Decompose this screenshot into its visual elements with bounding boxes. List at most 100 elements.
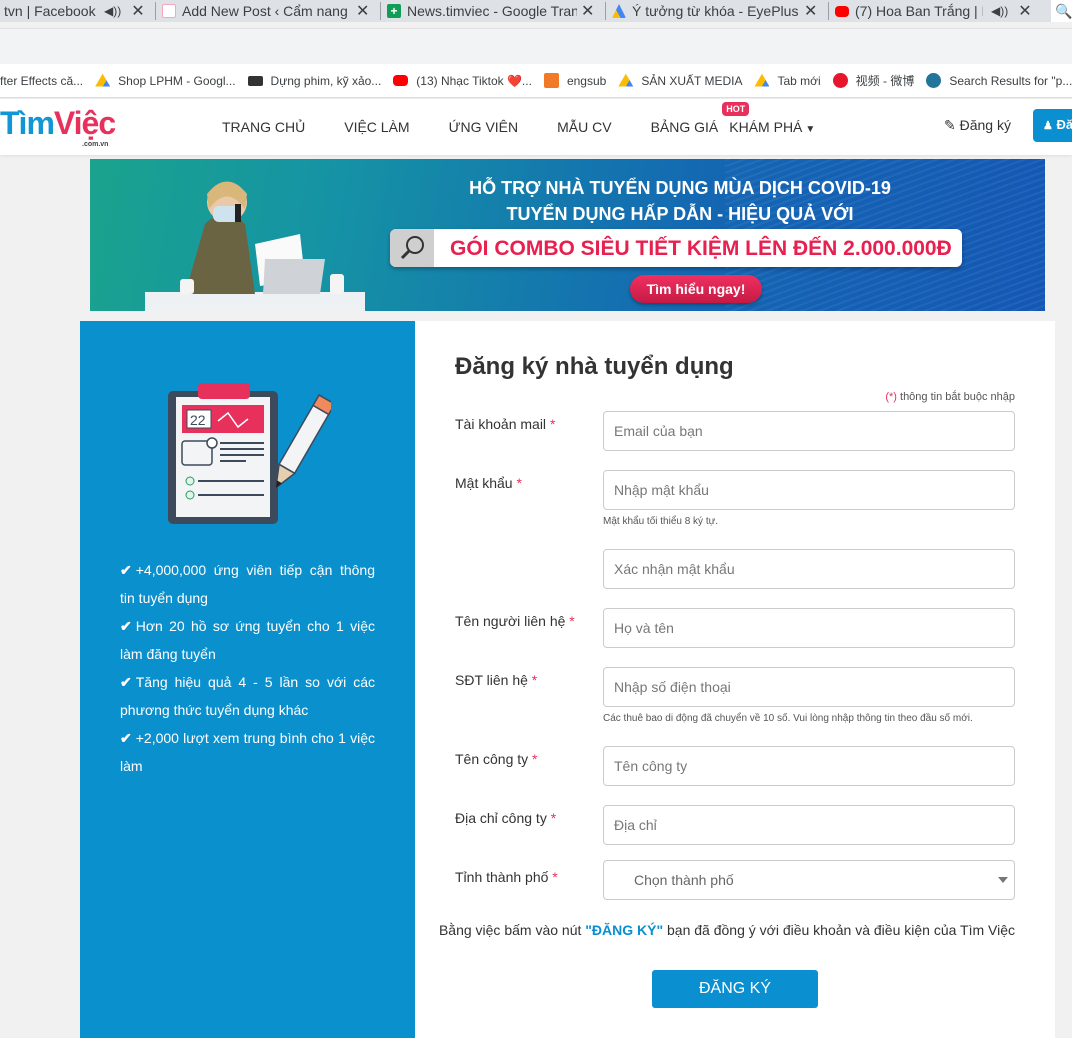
required-star: * <box>552 869 558 885</box>
register-submit-button[interactable]: ĐĂNG KÝ <box>652 970 818 1008</box>
browser-tab-strip: tvn | Facebook ◀)) ✕ Add New Post ‹ Cẩm … <box>0 0 1072 22</box>
login-label: Đă <box>1056 117 1072 132</box>
bookmark-item[interactable]: Tab mới <box>754 73 821 88</box>
nav-mau-cv[interactable]: MẪU CV <box>557 119 611 135</box>
video-camera-icon <box>247 75 263 86</box>
required-star: * <box>516 475 522 491</box>
clipboard-illustration: 22 <box>168 383 331 524</box>
browser-tab[interactable]: + News.timviec - Google Tran ✕ <box>381 0 605 22</box>
user-icon: ♟ <box>1043 120 1053 132</box>
bookmark-label: fter Effects că... <box>0 73 84 88</box>
city-select[interactable]: Chọn thành phố <box>603 860 1015 900</box>
label-text: Mật khẩu <box>455 475 513 491</box>
label-text: Địa chỉ công ty <box>455 810 547 826</box>
banner-line-1: HỖ TRỢ NHÀ TUYỂN DỤNG MÙA DỊCH COVID-19 <box>469 178 891 198</box>
bookmark-item[interactable]: Search Results for "p... <box>926 73 1072 88</box>
bookmark-item[interactable]: (13) Nhạc Tiktok ❤️... <box>393 74 532 88</box>
timviec-favicon-icon <box>162 4 176 18</box>
nav-viec-lam[interactable]: VIỆC LÀM <box>344 119 409 135</box>
company-label: Tên công ty * <box>455 751 538 767</box>
register-link[interactable]: ✎ Đăng ký <box>944 117 1011 134</box>
logo-text-tim: Tìm <box>0 105 55 141</box>
label-text: Tỉnh thành phố <box>455 869 549 885</box>
password-field[interactable] <box>603 470 1015 510</box>
close-tab-icon[interactable]: ✕ <box>356 1 369 21</box>
browser-tab[interactable]: Add New Post ‹ Cẩm nang ✕ <box>156 0 380 22</box>
bookmark-label: Search Results for "p... <box>949 73 1072 88</box>
bookmark-item[interactable]: Dựng phim, kỹ xảo... <box>247 74 381 88</box>
required-star: * <box>531 672 538 688</box>
nav-bang-gia[interactable]: BẢNG GIÁ HOT <box>650 102 750 135</box>
nav-label: BẢNG GIÁ <box>650 119 719 135</box>
bookmark-item[interactable]: SẢN XUẤT MEDIA <box>618 73 742 88</box>
password-label: Mật khẩu * <box>455 475 522 491</box>
login-button[interactable]: ♟ Đă <box>1033 109 1072 142</box>
bookmark-label: Shop LPHM - Googl... <box>118 73 236 88</box>
tab-title: News.timviec - Google Tran <box>407 3 577 19</box>
close-tab-icon[interactable]: ✕ <box>581 1 594 21</box>
required-star: (*) <box>885 391 897 403</box>
email-field[interactable] <box>603 411 1015 451</box>
speaker-icon[interactable]: ◀)) <box>104 4 121 18</box>
contact-name-field[interactable] <box>603 608 1015 648</box>
nav-ung-vien[interactable]: ỨNG VIÊN <box>449 119 519 135</box>
svg-text:22: 22 <box>190 412 206 428</box>
banner-headline: HỖ TRỢ NHÀ TUYỂN DỤNG MÙA DỊCH COVID-19 … <box>400 175 960 227</box>
logo-subtext: .com.vn <box>82 141 109 148</box>
close-tab-icon[interactable]: ✕ <box>804 1 817 21</box>
close-tab-icon[interactable]: ✕ <box>131 1 144 21</box>
promo-banner[interactable]: HỖ TRỢ NHÀ TUYỂN DỤNG MÙA DỊCH COVID-19 … <box>90 159 1045 311</box>
bookmark-item[interactable]: fter Effects că... <box>0 74 83 88</box>
form-title: Đăng ký nhà tuyển dụng <box>455 353 734 380</box>
company-field[interactable] <box>603 746 1015 786</box>
browser-tab[interactable]: tvn | Facebook ◀)) ✕ <box>0 0 155 22</box>
search-icon-box <box>390 229 434 267</box>
pencil-icon: ✎ <box>944 117 956 133</box>
tab-title: (7) Hoa Ban Trắng | Live <box>855 3 983 19</box>
phone-field[interactable] <box>603 667 1015 707</box>
tab-title: Add New Post ‹ Cẩm nang <box>182 3 348 19</box>
contact-name-label: Tên người liên hệ * <box>455 613 575 629</box>
address-field[interactable] <box>603 805 1015 845</box>
speaker-icon[interactable]: ◀)) <box>991 4 1008 18</box>
city-selected-value: Chọn thành phố <box>634 872 734 888</box>
address-bar-area[interactable] <box>0 28 1072 64</box>
required-star: * <box>532 751 538 767</box>
nav-trang-chu[interactable]: TRANG CHỦ <box>222 119 305 135</box>
confirm-password-field[interactable] <box>603 549 1015 589</box>
active-tab[interactable]: 🔍 <box>1051 0 1072 22</box>
chevron-down-icon: ▼ <box>805 124 816 135</box>
bookmark-item[interactable]: Shop LPHM - Googl... <box>95 73 236 88</box>
bookmark-label: (13) Nhạc Tiktok ❤️... <box>416 73 532 88</box>
agree-text: bạn đã đồng ý với điều khoản và điều kiệ… <box>663 922 1015 938</box>
banner-offer-text: GÓI COMBO SIÊU TIẾT KIỆM LÊN ĐẾN 2.000.0… <box>450 237 952 260</box>
wordpress-icon <box>926 73 942 88</box>
benefit-item: ✔ +2,000 lượt xem trung bình cho 1 việc l… <box>120 724 375 780</box>
required-star: * <box>569 613 575 629</box>
bookmark-item[interactable]: 视频 - 微博 <box>832 72 914 89</box>
close-tab-icon[interactable]: ✕ <box>1018 1 1031 21</box>
password-hint: Mật khẩu tối thiểu 8 ký tự. <box>603 516 719 527</box>
google-drive-icon <box>754 73 770 87</box>
agree-text: Bằng việc bấm vào nút <box>438 922 586 938</box>
learn-more-button[interactable]: Tìm hiểu ngay! <box>630 275 762 303</box>
bookmark-item[interactable]: engsub <box>543 73 606 88</box>
google-drive-icon <box>95 73 111 87</box>
bookmarks-bar: fter Effects că... Shop LPHM - Googl... … <box>0 64 1072 98</box>
nav-kham-pha[interactable]: KHÁM PHÁ ▼ <box>729 119 815 135</box>
site-header: TìmViệc .com.vn TRANG CHỦ VIỆC LÀM ỨNG V… <box>0 99 1072 155</box>
site-logo[interactable]: TìmViệc <box>0 105 116 142</box>
google-ads-icon <box>612 4 626 18</box>
google-sheets-icon: + <box>387 4 401 18</box>
logo-text-viec: Việc <box>53 105 116 141</box>
required-star: * <box>550 810 557 826</box>
browser-tab[interactable]: (7) Hoa Ban Trắng | Live ◀)) ✕ <box>829 0 1051 22</box>
agree-emphasis: "ĐĂNG KÝ" <box>585 922 664 938</box>
browser-tab[interactable]: Ý tưởng từ khóa - EyePlus ✕ <box>606 0 828 22</box>
weibo-icon <box>832 73 848 88</box>
label-text: Tên người liên hệ <box>455 613 566 629</box>
check-icon: ✔ <box>120 674 132 690</box>
email-label: Tài khoản mail * <box>455 416 555 432</box>
orange-box-icon <box>543 73 559 88</box>
magnifier-icon <box>400 236 424 260</box>
